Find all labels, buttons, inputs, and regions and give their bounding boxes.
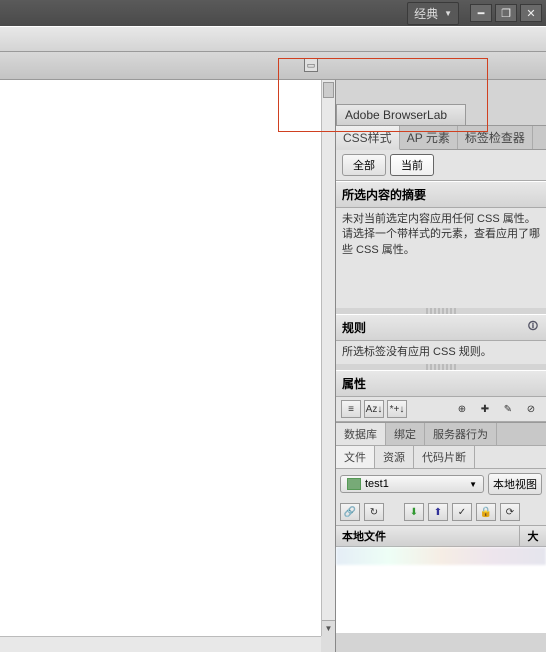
file-list[interactable] bbox=[336, 547, 546, 633]
properties-header: 属性 bbox=[336, 370, 546, 397]
col-local-files[interactable]: 本地文件 bbox=[336, 526, 520, 546]
tab-ap-elements[interactable]: AP 元素 bbox=[400, 126, 458, 149]
summary-header: 所选内容的摘要 bbox=[336, 181, 546, 208]
files-panel-tabs: 文件 资源 代码片断 bbox=[336, 445, 546, 469]
filter-current-button[interactable]: 当前 bbox=[390, 154, 434, 176]
chevron-down-icon: ▼ bbox=[469, 480, 477, 489]
edit-rule-icon[interactable]: ✎ bbox=[498, 400, 518, 418]
tab-server-behaviors[interactable]: 服务器行为 bbox=[425, 423, 497, 445]
col-size[interactable]: 大 bbox=[520, 526, 546, 546]
checkout-icon[interactable]: ✓ bbox=[452, 503, 472, 521]
chevron-down-icon: ▼ bbox=[444, 9, 452, 18]
category-view-icon[interactable]: ≡ bbox=[341, 400, 361, 418]
checkin-icon[interactable]: 🔒 bbox=[476, 503, 496, 521]
put-files-icon[interactable]: ⬆ bbox=[428, 503, 448, 521]
horizontal-scrollbar[interactable] bbox=[0, 636, 321, 652]
rules-header: 规则 🛈 bbox=[336, 314, 546, 341]
minimize-button[interactable]: ━ bbox=[470, 4, 492, 22]
document-tab-strip: ▭ bbox=[0, 52, 546, 80]
window-titlebar: 经典 ▼ ━ ❐ ✕ bbox=[0, 0, 546, 26]
document-canvas[interactable]: ▼ bbox=[0, 80, 336, 652]
view-mode-dropdown[interactable]: 本地视图 bbox=[488, 473, 542, 495]
rules-body: 所选标签没有应用 CSS 规则。 bbox=[336, 341, 546, 364]
folder-icon bbox=[347, 478, 361, 490]
list-item[interactable] bbox=[336, 547, 546, 565]
filter-all-button[interactable]: 全部 bbox=[342, 154, 386, 176]
close-button[interactable]: ✕ bbox=[520, 4, 542, 22]
tab-assets[interactable]: 资源 bbox=[375, 446, 414, 468]
server-panel-tabs: 数据库 绑定 服务器行为 bbox=[336, 422, 546, 445]
new-rule-icon[interactable]: ✚ bbox=[475, 400, 495, 418]
tab-css-styles[interactable]: CSS样式 bbox=[336, 126, 400, 150]
site-selector-row: test1 ▼ 本地视图 bbox=[336, 469, 546, 499]
tab-snippets[interactable]: 代码片断 bbox=[414, 446, 475, 468]
get-files-icon[interactable]: ⬇ bbox=[404, 503, 424, 521]
workspace-layout-dropdown[interactable]: 经典 ▼ bbox=[407, 2, 459, 25]
site-dropdown[interactable]: test1 ▼ bbox=[340, 475, 484, 493]
files-toolbar: 🔗 ↻ ⬇ ⬆ ✓ 🔒 ⟳ bbox=[336, 499, 546, 526]
tab-database[interactable]: 数据库 bbox=[336, 423, 386, 445]
connect-icon[interactable]: 🔗 bbox=[340, 503, 360, 521]
css-filter-row: 全部 当前 bbox=[336, 150, 546, 181]
tab-bindings[interactable]: 绑定 bbox=[386, 423, 425, 445]
refresh-icon[interactable]: ↻ bbox=[364, 503, 384, 521]
panel-collapse-icon[interactable]: ▭ bbox=[304, 58, 318, 72]
file-list-header: 本地文件 大 bbox=[336, 526, 546, 547]
vertical-scrollbar[interactable]: ▼ bbox=[321, 80, 335, 636]
site-name: test1 bbox=[365, 478, 389, 490]
rules-section: 规则 🛈 所选标签没有应用 CSS 规则。 bbox=[336, 314, 546, 364]
properties-section: 属性 ≡ Aᴢ↓ *+↓ ⊕ ✚ ✎ ⊘ bbox=[336, 370, 546, 422]
css-panel-tabs: CSS样式 AP 元素 标签检查器 bbox=[336, 125, 546, 150]
tab-browserlab[interactable]: Adobe BrowserLab bbox=[336, 104, 466, 125]
scrollbar-thumb[interactable] bbox=[323, 82, 334, 98]
set-properties-icon[interactable]: *+↓ bbox=[387, 400, 407, 418]
disable-icon[interactable]: ⊘ bbox=[521, 400, 541, 418]
attach-stylesheet-icon[interactable]: ⊕ bbox=[452, 400, 472, 418]
layout-label: 经典 bbox=[414, 5, 438, 22]
sort-az-icon[interactable]: Aᴢ↓ bbox=[364, 400, 384, 418]
scroll-down-icon[interactable]: ▼ bbox=[322, 620, 335, 636]
tab-files[interactable]: 文件 bbox=[336, 446, 375, 468]
properties-toolbar: ≡ Aᴢ↓ *+↓ ⊕ ✚ ✎ ⊘ bbox=[336, 397, 546, 422]
summary-body: 未对当前选定内容应用任何 CSS 属性。请选择一个带样式的元素，查看应用了哪些 … bbox=[336, 208, 546, 308]
right-panel-column: Adobe BrowserLab CSS样式 AP 元素 标签检查器 全部 当前… bbox=[336, 80, 546, 652]
tab-tag-inspector[interactable]: 标签检查器 bbox=[458, 126, 533, 149]
menu-bar bbox=[0, 26, 546, 52]
summary-section: 所选内容的摘要 未对当前选定内容应用任何 CSS 属性。请选择一个带样式的元素，… bbox=[336, 181, 546, 308]
sync-icon[interactable]: ⟳ bbox=[500, 503, 520, 521]
resize-grip[interactable] bbox=[321, 636, 335, 652]
restore-button[interactable]: ❐ bbox=[495, 4, 517, 22]
info-icon[interactable]: 🛈 bbox=[526, 321, 540, 335]
